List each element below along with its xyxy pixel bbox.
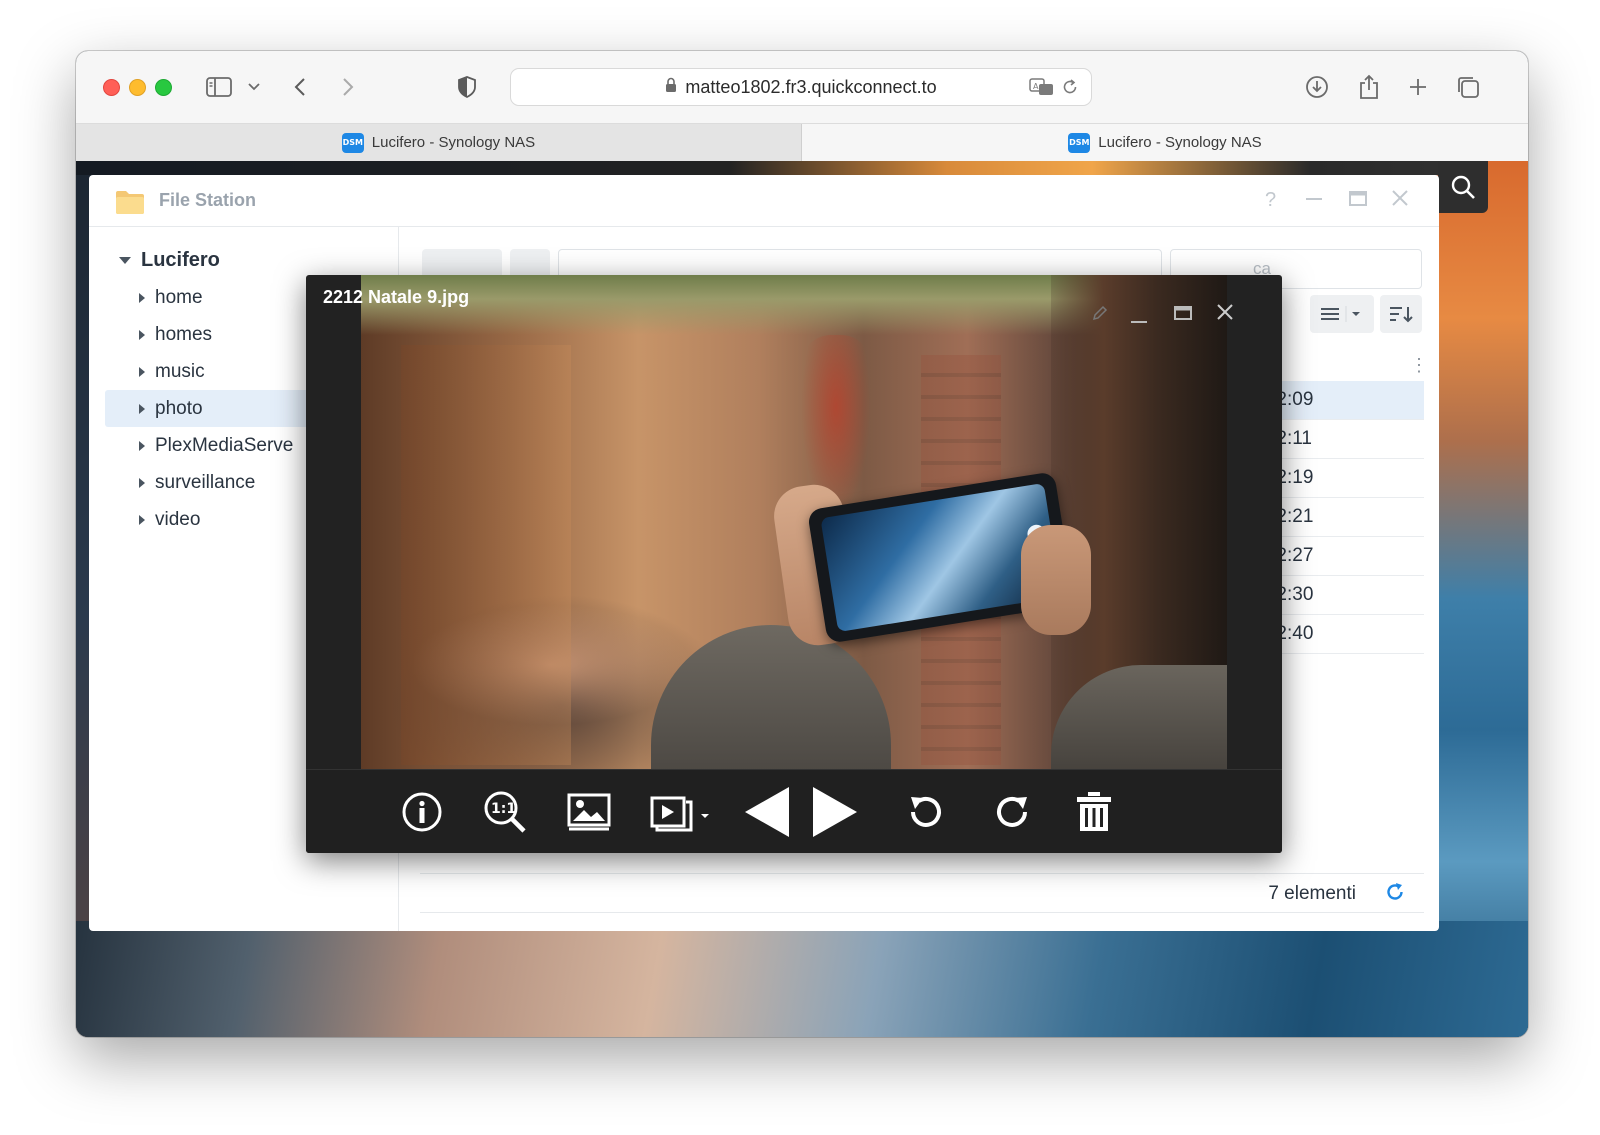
caret-right-icon[interactable]	[139, 292, 145, 303]
dsm-desktop: File Station ? Lucifero home homes music…	[76, 161, 1528, 1037]
tree-item-label: surveillance	[155, 471, 256, 493]
caret-right-icon[interactable]	[139, 477, 145, 488]
wallpaper-icon[interactable]	[566, 788, 612, 836]
tab-label: Lucifero - Synology NAS	[371, 134, 536, 151]
edit-icon[interactable]	[1092, 305, 1108, 326]
share-icon[interactable]	[1356, 71, 1382, 103]
fullscreen-window-button[interactable]	[155, 79, 172, 96]
caret-right-icon[interactable]	[139, 329, 145, 340]
close-icon[interactable]	[1391, 189, 1409, 211]
zoom-actual-size-icon[interactable]: 1:1	[482, 788, 528, 836]
browser-toolbar: matteo1802.fr3.quickconnect.to A	[76, 51, 1528, 123]
info-icon[interactable]	[400, 788, 444, 836]
chevron-down-icon[interactable]	[246, 71, 262, 103]
url-text: matteo1802.fr3.quickconnect.to	[685, 76, 937, 97]
caret-right-icon[interactable]	[139, 440, 145, 451]
help-icon[interactable]: ?	[1265, 189, 1276, 211]
tree-item-label: music	[155, 360, 205, 382]
tab-lucifero-2[interactable]: DSM Lucifero - Synology NAS	[802, 124, 1528, 161]
list-view-button[interactable]	[1310, 295, 1374, 333]
slideshow-icon[interactable]	[648, 788, 714, 836]
svg-text:A: A	[1033, 82, 1039, 91]
viewer-close-icon[interactable]	[1216, 303, 1234, 326]
tree-item-label: video	[155, 508, 201, 530]
reload-icon[interactable]	[1061, 78, 1079, 101]
tree-item-label: photo	[155, 397, 203, 419]
new-tab-icon[interactable]	[1406, 71, 1430, 103]
status-bar: 7 elementi	[420, 873, 1424, 913]
svg-text:1:1: 1:1	[491, 801, 516, 817]
tab-label: Lucifero - Synology NAS	[1098, 134, 1262, 151]
rotate-left-icon[interactable]	[904, 788, 948, 836]
shield-icon[interactable]	[456, 71, 478, 103]
desktop-wallpaper	[1438, 161, 1528, 1037]
trash-icon[interactable]	[1074, 788, 1114, 836]
maximize-icon[interactable]	[1349, 189, 1367, 211]
back-icon[interactable]	[290, 71, 310, 103]
viewer-maximize-icon[interactable]	[1174, 305, 1192, 326]
dsm-icon: DSM	[341, 132, 364, 153]
file-station-window: File Station ? Lucifero home homes music…	[89, 175, 1439, 931]
forward-icon[interactable]	[338, 71, 358, 103]
desktop-taskbar	[76, 161, 1528, 175]
tree-item-label: PlexMediaServe	[155, 434, 294, 456]
viewer-toolbar: 1:1	[306, 769, 1282, 853]
dsm-icon: DSM	[1068, 132, 1091, 153]
folder-icon	[115, 189, 145, 215]
caret-down-icon[interactable]	[119, 257, 131, 264]
item-count: 7 elementi	[1268, 883, 1356, 904]
window-title: File Station	[159, 190, 257, 210]
tree-item-label: homes	[155, 323, 213, 345]
image-viewer: 2212 Natale 9.jpg 1:1	[306, 275, 1282, 853]
photo-preview[interactable]	[361, 275, 1227, 769]
image-filename: 2212 Natale 9.jpg	[323, 287, 470, 307]
sort-button[interactable]	[1380, 295, 1422, 333]
close-window-button[interactable]	[103, 79, 120, 96]
minimize-icon[interactable]	[1305, 189, 1323, 211]
caret-right-icon[interactable]	[139, 514, 145, 525]
browser-window: matteo1802.fr3.quickconnect.to A DSM Luc…	[76, 51, 1528, 1037]
tab-lucifero-1[interactable]: DSM Lucifero - Synology NAS	[76, 124, 802, 161]
rotate-right-icon[interactable]	[990, 788, 1034, 836]
sidebar-toggle-icon[interactable]	[204, 71, 234, 103]
translate-icon[interactable]: A	[1029, 77, 1055, 102]
file-station-header: File Station ?	[89, 175, 1439, 227]
tree-item-label: home	[155, 286, 203, 308]
column-menu-icon[interactable]: ⋮	[1410, 355, 1428, 376]
minimize-window-button[interactable]	[129, 79, 146, 96]
next-icon[interactable]	[810, 787, 860, 837]
caret-right-icon[interactable]	[139, 366, 145, 377]
desktop-wallpaper-bottom	[76, 921, 1528, 1037]
viewer-minimize-icon[interactable]	[1130, 311, 1148, 329]
tab-bar: DSM Lucifero - Synology NAS DSM Lucifero…	[76, 123, 1528, 161]
address-bar[interactable]: matteo1802.fr3.quickconnect.to A	[510, 68, 1092, 106]
previous-icon[interactable]	[742, 787, 792, 837]
lock-icon	[665, 77, 677, 98]
search-icon[interactable]	[1438, 161, 1488, 213]
tree-root-label: Lucifero	[141, 249, 220, 271]
tab-overview-icon[interactable]	[1454, 71, 1482, 103]
refresh-icon[interactable]	[1384, 881, 1406, 908]
caret-right-icon[interactable]	[139, 403, 145, 414]
tree-root[interactable]: Lucifero	[119, 249, 220, 272]
downloads-icon[interactable]	[1304, 71, 1330, 103]
